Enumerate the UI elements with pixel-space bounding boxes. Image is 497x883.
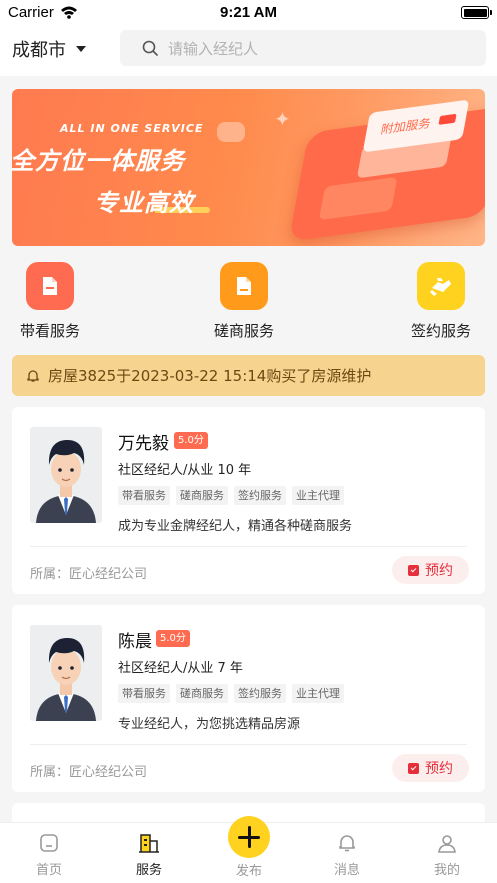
caret-down-icon bbox=[76, 46, 86, 52]
city-label: 成都市 bbox=[12, 40, 66, 61]
tab-label: 首页 bbox=[35, 863, 62, 878]
agent-description: 成为专业金牌经纪人，精通各种磋商服务 bbox=[118, 519, 353, 534]
agent-company: 所属：匠心经纪公司 bbox=[30, 765, 148, 780]
bottom-tab-bar: 首页 服务 发布 消息 我的 bbox=[0, 816, 497, 883]
bell-icon bbox=[312, 831, 382, 855]
search-icon bbox=[142, 40, 158, 56]
notice-bar[interactable]: 房屋3825于2023-03-22 15:14购买了房源维护 bbox=[12, 355, 485, 396]
tab-home[interactable]: 首页 bbox=[14, 831, 84, 878]
book-button[interactable]: 预约 bbox=[392, 556, 469, 584]
new-badge bbox=[438, 113, 457, 125]
search-input[interactable]: 请输入经纪人 bbox=[120, 30, 486, 66]
tab-label: 服务 bbox=[135, 863, 162, 878]
city-selector[interactable]: 成都市 bbox=[12, 36, 86, 62]
rating-badge: 5.0分 bbox=[156, 630, 190, 647]
rating-badge: 5.0分 bbox=[174, 432, 208, 449]
divider bbox=[30, 546, 467, 547]
agent-description: 专业经纪人，为您挑选精品房源 bbox=[118, 717, 301, 732]
tag: 磋商服务 bbox=[176, 486, 228, 505]
app-screen: Carrier 9:21 AM 成都市 请输入经纪人 ALL IN ONE SE… bbox=[0, 0, 497, 883]
book-button[interactable]: 预约 bbox=[392, 754, 469, 782]
tab-profile[interactable]: 我的 bbox=[412, 831, 482, 878]
search-placeholder: 请输入经纪人 bbox=[168, 39, 259, 58]
banner-title-line2: 专业高效 bbox=[94, 189, 194, 217]
notice-text: 房屋3825于2023-03-22 15:14购买了房源维护 bbox=[48, 367, 372, 385]
service-viewing[interactable]: 带看服务 bbox=[20, 262, 80, 341]
tag: 磋商服务 bbox=[176, 684, 228, 703]
banner-card-label: 附加服务 bbox=[379, 116, 432, 137]
service-shortcuts: 带看服务 磋商服务 签约服务 bbox=[0, 262, 497, 348]
tab-label: 消息 bbox=[333, 863, 360, 878]
tab-messages[interactable]: 消息 bbox=[312, 831, 382, 878]
agent-experience: 社区经纪人/从业 7 年 bbox=[118, 661, 243, 676]
service-tags: 带看服务 磋商服务 签约服务 业主代理 bbox=[118, 486, 344, 505]
chat-bubble-icon bbox=[217, 122, 245, 142]
agent-company: 所属：匠心经纪公司 bbox=[30, 567, 148, 582]
tag: 带看服务 bbox=[118, 684, 170, 703]
promo-banner[interactable]: ALL IN ONE SERVICE ✦ 全方位一体服务 专业高效 附加服务 bbox=[12, 89, 485, 246]
service-label: 磋商服务 bbox=[214, 322, 275, 340]
building-icon bbox=[114, 831, 184, 855]
sparkle-icon: ✦ bbox=[274, 107, 291, 131]
agent-card[interactable]: 陈晨 5.0分 社区经纪人/从业 7 年 带看服务 磋商服务 签约服务 业主代理… bbox=[12, 605, 485, 792]
banner-title-line1: 全方位一体服务 bbox=[12, 147, 185, 175]
bell-icon bbox=[27, 369, 39, 382]
book-label: 预约 bbox=[425, 563, 453, 579]
service-label: 签约服务 bbox=[411, 322, 472, 340]
service-label: 带看服务 bbox=[20, 322, 81, 340]
agent-experience: 社区经纪人/从业 10 年 bbox=[118, 463, 252, 478]
service-negotiation[interactable]: 磋商服务 bbox=[214, 262, 274, 341]
calendar-check-icon bbox=[408, 762, 419, 774]
tag: 业主代理 bbox=[292, 486, 344, 505]
tag: 业主代理 bbox=[292, 684, 344, 703]
handshake-icon bbox=[417, 262, 465, 310]
home-icon bbox=[14, 831, 84, 855]
publish-button[interactable] bbox=[228, 816, 270, 858]
battery-icon bbox=[461, 6, 492, 19]
phone-panel bbox=[318, 176, 398, 221]
clock: 9:21 AM bbox=[220, 4, 277, 21]
agent-name: 陈晨 bbox=[118, 632, 152, 652]
file-icon bbox=[220, 262, 268, 310]
tag: 签约服务 bbox=[234, 486, 286, 505]
service-signing[interactable]: 签约服务 bbox=[411, 262, 471, 341]
tab-label: 发布 bbox=[235, 864, 262, 879]
tag: 签约服务 bbox=[234, 684, 286, 703]
document-icon bbox=[26, 262, 74, 310]
agent-name: 万先毅 bbox=[118, 434, 169, 454]
banner-subtitle: ALL IN ONE SERVICE bbox=[60, 122, 204, 135]
calendar-check-icon bbox=[408, 564, 419, 576]
book-label: 预约 bbox=[425, 761, 453, 777]
avatar bbox=[30, 625, 102, 721]
agent-card[interactable]: 万先毅 5.0分 社区经纪人/从业 10 年 带看服务 磋商服务 签约服务 业主… bbox=[12, 407, 485, 594]
tag: 带看服务 bbox=[118, 486, 170, 505]
service-tags: 带看服务 磋商服务 签约服务 业主代理 bbox=[118, 684, 344, 703]
user-icon bbox=[412, 831, 482, 855]
top-header: 成都市 请输入经纪人 bbox=[0, 26, 497, 76]
tab-service[interactable]: 服务 bbox=[114, 831, 184, 878]
tab-label: 我的 bbox=[433, 863, 460, 878]
divider bbox=[30, 744, 467, 745]
status-bar: Carrier 9:21 AM bbox=[0, 0, 497, 26]
avatar bbox=[30, 427, 102, 523]
